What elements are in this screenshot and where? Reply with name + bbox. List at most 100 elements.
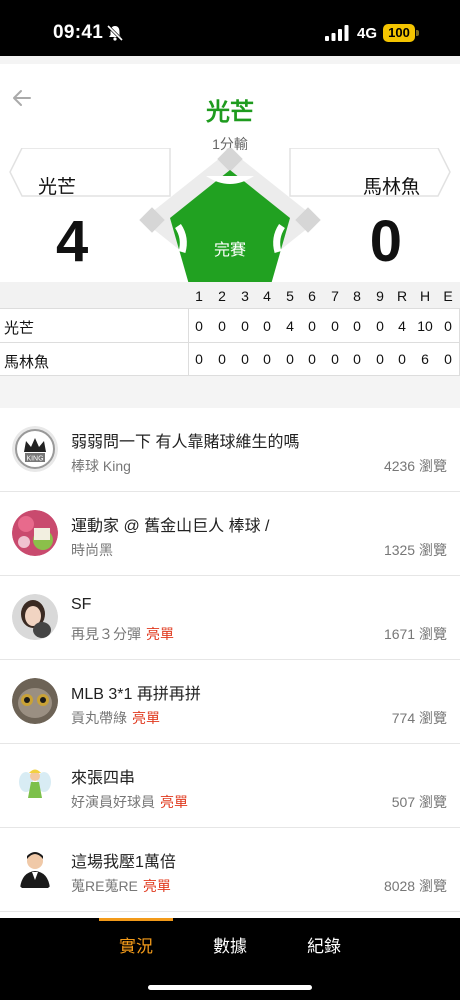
inning-header: 3 (241, 288, 249, 304)
author-name: 棒球 King (71, 458, 131, 474)
box-cell: 0 (241, 351, 249, 367)
box-cell: 0 (218, 351, 226, 367)
woman-photo-avatar-icon (12, 594, 58, 640)
divider (0, 375, 460, 376)
box-score-table: 光芒 馬林魚 1 2 3 4 5 6 7 8 9 R H E 0 0 0 0 4… (0, 282, 460, 376)
author-name: 蒐RE蒐RE (71, 878, 138, 894)
author-name: 貢丸帶綠 (71, 710, 127, 726)
view-count: 8028 瀏覽 (383, 878, 447, 894)
box-cell: 0 (263, 351, 271, 367)
box-cell: 0 (195, 351, 203, 367)
away-team-name: 光芒 (38, 177, 77, 198)
view-count: 774 瀏覽 (391, 710, 447, 726)
battery-tip (416, 30, 419, 36)
box-cell: 0 (398, 351, 406, 367)
scoreboard: 光芒 1分輸 光芒 馬林魚 4 0 完賽 (0, 64, 460, 288)
box-cell: 0 (353, 351, 361, 367)
post-title: 來張四串 (71, 770, 136, 787)
fairy-avatar-icon (12, 762, 58, 808)
box-cell: 10 (417, 318, 433, 334)
author-name: 時尚黑 (71, 542, 113, 558)
post-author: 貢丸帶綠 亮單 (71, 708, 160, 728)
box-cell: 0 (308, 351, 316, 367)
view-count: 507 瀏覽 (391, 794, 447, 810)
status-time: 09:41 (53, 22, 104, 43)
post-title: MLB 3*1 再拼再拼 (71, 686, 201, 703)
post-title: 運動家 @ 舊金山巨人 棒球 / (71, 518, 270, 535)
highlight-badge: 亮單 (132, 710, 160, 726)
box-cell: 0 (331, 351, 339, 367)
game-status-label: 完賽 (213, 242, 246, 259)
inning-header: 5 (286, 288, 294, 304)
post-item[interactable]: SF 再見３分彈 亮單 1671 瀏覽 (0, 576, 460, 660)
inning-header: 2 (218, 288, 226, 304)
box-cell: 4 (398, 318, 406, 334)
errors-header: E (443, 288, 453, 304)
crown-king-avatar-icon: KING (12, 426, 58, 472)
post-item[interactable]: 運動家 @ 舊金山巨人 棒球 / 時尚黑 1325 瀏覽 (0, 492, 460, 576)
box-cell: 0 (376, 318, 384, 334)
status-bar: 09:41 4G 100 (0, 0, 460, 56)
box-cell: 0 (263, 318, 271, 334)
post-author: 好演員好球員 亮單 (71, 792, 188, 812)
box-cell: 0 (444, 318, 452, 334)
post-author: 時尚黑 (71, 540, 113, 560)
inning-header: 7 (331, 288, 339, 304)
app-content: 光芒 1分輸 光芒 馬林魚 4 0 完賽 光芒 馬林魚 1 2 3 4 5 6 … (0, 56, 460, 920)
box-cell: 4 (286, 318, 294, 334)
highlight-badge: 亮單 (160, 794, 188, 810)
author-name: 好演員好球員 (71, 794, 155, 810)
inning-header: 6 (308, 288, 316, 304)
tab-live[interactable]: 實況 (119, 932, 153, 957)
active-tab-indicator (99, 918, 173, 921)
post-item[interactable]: 這場我壓1萬倍 蒐RE蒐RE 亮單 8028 瀏覽 (0, 828, 460, 912)
box-cell: 0 (308, 318, 316, 334)
battery-icon: 100 (383, 24, 415, 42)
post-item[interactable]: 來張四串 好演員好球員 亮單 507 瀏覽 (0, 744, 460, 828)
hits-header: H (419, 288, 431, 304)
network-label: 4G (357, 25, 378, 42)
divider (0, 308, 460, 309)
post-item[interactable]: MLB 3*1 再拼再拼 貢丸帶綠 亮單 774 瀏覽 (0, 660, 460, 744)
highlight-badge: 亮單 (146, 626, 174, 642)
page-title: 光芒 (206, 99, 254, 126)
author-name: 再見３分彈 (71, 626, 141, 642)
box-cell: 0 (353, 318, 361, 334)
view-count: 1671 瀏覽 (383, 626, 447, 642)
box-cell: 0 (286, 351, 294, 367)
post-title: 這場我壓1萬倍 (71, 854, 176, 871)
post-feed: KING 弱弱問一下 有人靠賭球維生的嗎 棒球 King 4236 瀏覽 運動家… (0, 408, 460, 920)
post-title: 弱弱問一下 有人靠賭球維生的嗎 (71, 434, 300, 451)
home-indicator[interactable] (148, 985, 312, 990)
fruit-photo-avatar-icon (12, 510, 58, 556)
man-tuxedo-avatar-icon (12, 846, 58, 892)
divider (0, 342, 460, 343)
post-author: 再見３分彈 亮單 (71, 624, 174, 644)
box-cell: 6 (421, 351, 429, 367)
box-cell: 0 (331, 318, 339, 334)
inning-header: 4 (263, 288, 271, 304)
box-cell: 0 (444, 351, 452, 367)
box-team-home: 馬林魚 (4, 354, 50, 371)
signal-icon (325, 25, 349, 41)
bell-muted-icon (106, 24, 124, 42)
runs-header: R (396, 288, 408, 304)
tab-stats[interactable]: 數據 (213, 932, 247, 957)
inning-header: 1 (195, 288, 203, 304)
home-team-name: 馬林魚 (362, 177, 420, 198)
box-cell: 0 (195, 318, 203, 334)
post-author: 棒球 King (71, 456, 131, 476)
inning-header: 8 (353, 288, 361, 304)
lemur-photo-avatar-icon (12, 678, 58, 724)
box-cell: 0 (241, 318, 249, 334)
box-team-away: 光芒 (4, 320, 35, 337)
view-count: 4236 瀏覽 (383, 458, 447, 474)
highlight-badge: 亮單 (142, 878, 171, 894)
tab-records[interactable]: 紀錄 (307, 932, 341, 957)
post-author: 蒐RE蒐RE 亮單 (71, 876, 171, 896)
post-item[interactable]: KING 弱弱問一下 有人靠賭球維生的嗎 棒球 King 4236 瀏覽 (0, 408, 460, 492)
view-count: 1325 瀏覽 (383, 542, 447, 558)
post-title: SF (71, 596, 92, 613)
inning-header: 9 (376, 288, 384, 304)
box-cell: 0 (376, 351, 384, 367)
